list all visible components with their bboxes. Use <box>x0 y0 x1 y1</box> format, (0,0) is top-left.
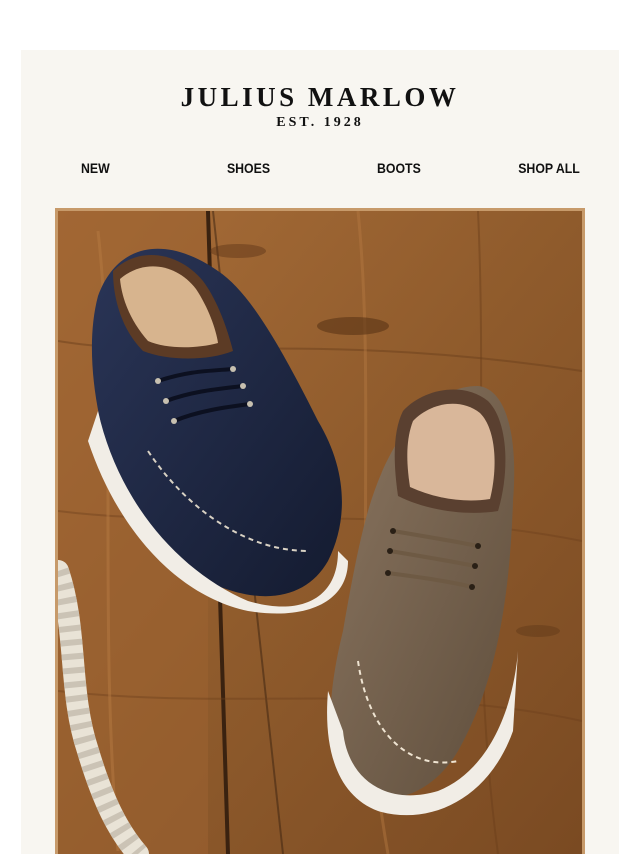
brand-header[interactable]: JULIUS MARLOW EST. 1928 <box>21 82 619 131</box>
brand-established: EST. 1928 <box>276 115 364 130</box>
brand-logo[interactable]: JULIUS MARLOW <box>21 82 619 112</box>
email-card: JULIUS MARLOW EST. 1928 NEW SHOES BOOTS … <box>21 50 619 854</box>
nav-item-shop-all[interactable]: SHOP ALL <box>518 160 580 176</box>
nav-item-boots[interactable]: BOOTS <box>377 160 421 176</box>
hero-illustration <box>58 211 582 854</box>
hero-image[interactable] <box>55 208 585 854</box>
main-nav: NEW SHOES BOOTS SHOP ALL <box>21 160 619 182</box>
nav-item-new[interactable]: NEW <box>81 160 110 176</box>
nav-item-shoes[interactable]: SHOES <box>227 160 270 176</box>
